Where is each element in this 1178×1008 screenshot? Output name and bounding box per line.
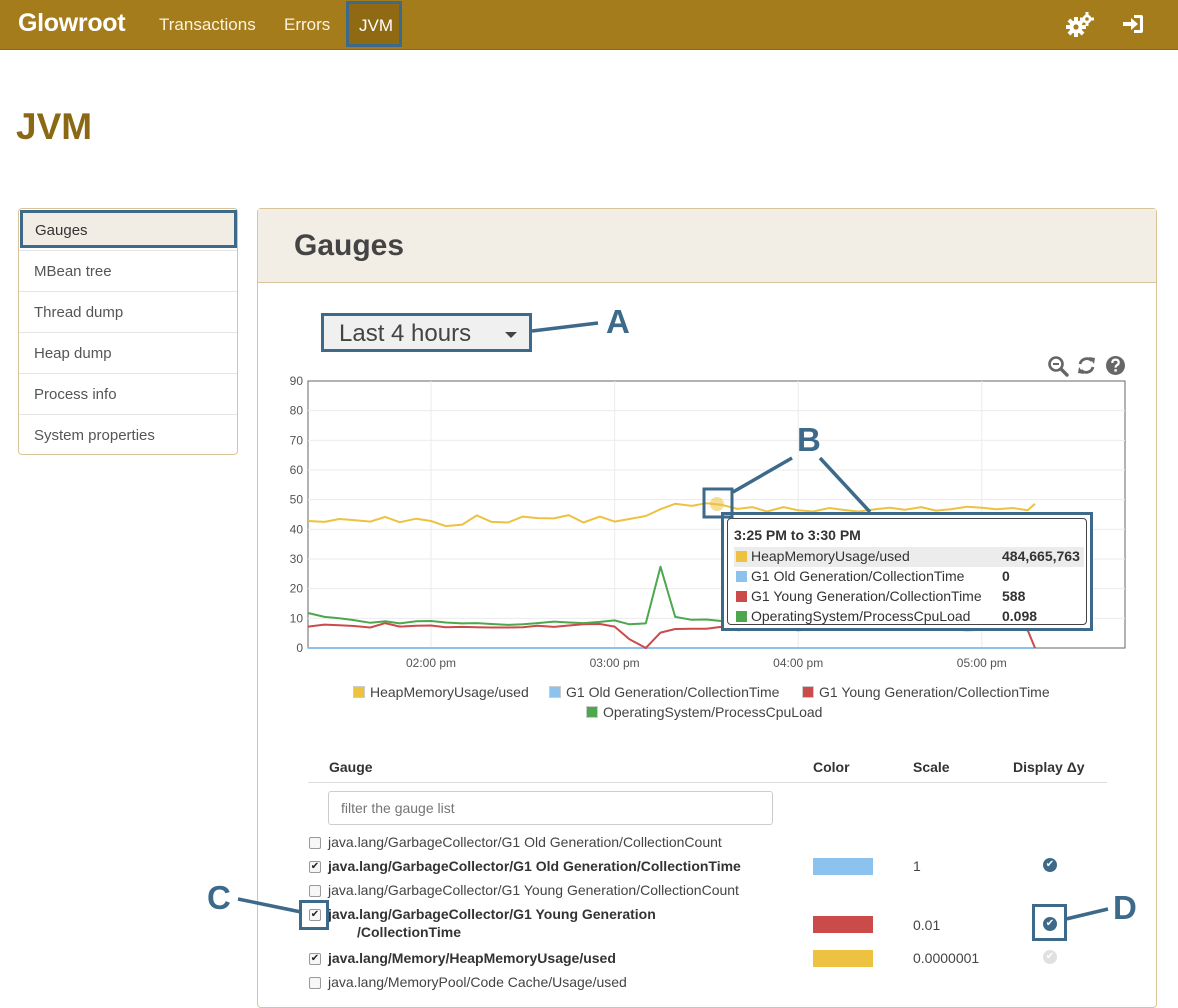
gauge-row: ✔ java.lang/GarbageCollector/G1 Young Ge…	[0, 906, 1178, 946]
column-header-display-dy: Display Δy	[1013, 759, 1085, 775]
gauge-color-swatch[interactable]	[813, 858, 873, 875]
gauge-row: java.lang/MemoryPool/Code Cache/Usage/us…	[0, 974, 1178, 996]
gauge-name-line: /CollectionTime	[357, 924, 461, 940]
gauge-name: java.lang/Memory/HeapMemoryUsage/used	[328, 950, 616, 966]
gauge-name: java.lang/GarbageCollector/G1 Young Gene…	[328, 882, 739, 898]
callout-b-line-2	[818, 456, 872, 514]
gauge-name: java.lang/MemoryPool/Code Cache/Usage/us…	[328, 974, 627, 990]
column-header-gauge: Gauge	[329, 759, 373, 775]
display-dy-check-icon[interactable]: ✔	[1043, 950, 1057, 964]
gauge-name: java.lang/GarbageCollector/G1 Young Gene…	[328, 906, 656, 940]
table-header-divider	[308, 782, 1107, 783]
column-header-color: Color	[813, 759, 850, 775]
gauge-row: ✔ java.lang/Memory/HeapMemoryUsage/used …	[0, 950, 1178, 972]
callout-d-box	[1032, 904, 1067, 941]
callout-b-line-1	[732, 456, 793, 494]
callout-c-box	[299, 900, 329, 930]
gauge-checkbox[interactable]: ✔	[309, 861, 321, 873]
column-header-scale: Scale	[913, 759, 950, 775]
gauge-name: java.lang/GarbageCollector/G1 Old Genera…	[328, 858, 741, 874]
gauge-color-swatch[interactable]	[813, 950, 873, 967]
gauge-scale[interactable]: 1	[913, 858, 921, 874]
hover-point-marker	[710, 497, 724, 511]
callout-b-label: B	[797, 421, 821, 458]
gauge-checkbox[interactable]	[309, 885, 321, 897]
gauge-checkbox[interactable]: ✔	[309, 953, 321, 965]
gauge-scale[interactable]: 0.01	[913, 917, 940, 933]
callout-a-label: A	[606, 303, 630, 340]
gauge-name-line: java.lang/GarbageCollector/G1 Young Gene…	[328, 906, 656, 922]
gauge-row: ✔ java.lang/GarbageCollector/G1 Old Gene…	[0, 858, 1178, 880]
gauge-checkbox[interactable]	[309, 977, 321, 989]
gauge-filter-input[interactable]	[328, 791, 773, 825]
gauge-scale[interactable]: 0.0000001	[913, 950, 979, 966]
gauge-checkbox[interactable]	[309, 837, 321, 849]
gauge-color-swatch[interactable]	[813, 916, 873, 933]
gauge-name: java.lang/GarbageCollector/G1 Old Genera…	[328, 834, 722, 850]
gauge-row: java.lang/GarbageCollector/G1 Old Genera…	[0, 834, 1178, 856]
gauge-row: java.lang/GarbageCollector/G1 Young Gene…	[0, 882, 1178, 904]
display-dy-check-icon[interactable]: ✔	[1043, 858, 1057, 872]
callout-a-line	[531, 321, 599, 333]
